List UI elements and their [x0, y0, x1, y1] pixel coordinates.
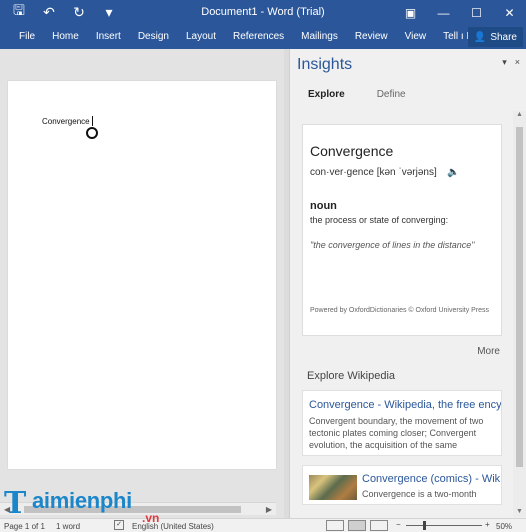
pane-options-icon[interactable]: ▾ — [502, 57, 507, 68]
watermark-logo: T aimienphi .vn — [2, 486, 187, 528]
tab-layout[interactable]: Layout — [177, 31, 224, 42]
definition-example: "the convergence of lines in the distanc… — [310, 240, 475, 250]
document-text[interactable]: Convergence — [42, 117, 90, 126]
zoom-out-icon[interactable]: − — [396, 520, 401, 529]
share-label: Share — [490, 31, 517, 43]
pane-title: Insights — [297, 56, 353, 73]
minimize-icon[interactable]: — — [427, 0, 460, 25]
scroll-down-icon[interactable]: ▼ — [516, 508, 523, 515]
part-of-speech: noun — [310, 200, 337, 212]
document-area: Convergence ◀ ▶ — [0, 49, 289, 518]
ribbon-display-options-icon[interactable]: ▣ — [394, 0, 427, 25]
text-caret — [92, 116, 93, 126]
tab-insert[interactable]: Insert — [87, 31, 129, 42]
tab-file[interactable]: File — [10, 31, 43, 42]
person-icon: 👤 — [473, 31, 487, 43]
share-button[interactable]: 👤 Share — [467, 27, 523, 47]
tab-mailings[interactable]: Mailings — [292, 31, 346, 42]
wiki-result-snippet: Convergence is a two-month — [362, 489, 477, 499]
maximize-icon[interactable]: ☐ — [460, 0, 493, 25]
print-layout-icon[interactable] — [348, 520, 366, 531]
title-bar: 🖫 ↶ ↻ ▾ Document1 - Word (Trial) ▣ — ☐ ✕ — [0, 0, 526, 25]
wikipedia-heading: Explore Wikipedia — [307, 370, 396, 382]
mouse-cursor-ring — [86, 127, 98, 139]
wiki-thumbnail-image — [309, 475, 357, 500]
ribbon: File Home Insert Design Layout Reference… — [0, 25, 526, 49]
definition-word: Convergence — [310, 143, 394, 159]
web-layout-icon[interactable] — [370, 520, 388, 531]
zoom-slider[interactable] — [406, 525, 482, 526]
logo-domain: .vn — [142, 511, 160, 525]
wiki-result-title[interactable]: Convergence - Wikipedia, the free ency — [309, 399, 501, 411]
pane-close-icon[interactable]: × — [515, 57, 520, 68]
scroll-up-icon[interactable]: ▲ — [516, 111, 523, 118]
tab-design[interactable]: Design — [129, 31, 177, 42]
wiki-result-card[interactable]: Convergence - Wikipedia, the free ency C… — [302, 390, 502, 456]
pronunciation: con·ver·gence [kən ˈvərjəns] — [310, 167, 437, 178]
speaker-icon[interactable]: 🔈 — [447, 167, 459, 178]
tab-references[interactable]: References — [224, 31, 292, 42]
more-link[interactable]: More — [477, 346, 500, 357]
view-buttons — [326, 520, 388, 531]
zoom-slider-thumb[interactable] — [423, 521, 426, 530]
window-controls: ▣ — ☐ ✕ — [394, 0, 526, 25]
ribbon-tabs: File Home Insert Design Layout Reference… — [10, 31, 504, 42]
document-page[interactable]: Convergence — [8, 81, 276, 469]
tab-view[interactable]: View — [396, 31, 435, 42]
read-mode-icon[interactable] — [326, 520, 344, 531]
zoom-in-icon[interactable]: + — [485, 520, 490, 529]
zoom-level[interactable]: 50% — [496, 522, 512, 531]
pane-controls: ▾ × — [502, 57, 520, 68]
tab-review[interactable]: Review — [346, 31, 396, 42]
scroll-right-icon[interactable]: ▶ — [266, 505, 272, 514]
logo-letter: T — [4, 486, 27, 521]
close-icon[interactable]: ✕ — [493, 0, 526, 25]
wiki-result-title[interactable]: Convergence (comics) - Wik — [362, 473, 500, 485]
tab-home[interactable]: Home — [43, 31, 87, 42]
wiki-result-card[interactable]: Convergence (comics) - Wik Convergence i… — [302, 465, 502, 505]
definition-meaning: the process or state of converging: — [310, 215, 449, 225]
insights-pane: Insights ▾ × Explore Define Convergence … — [289, 49, 526, 518]
pane-scrollbar-thumb[interactable] — [516, 127, 523, 467]
definition-source: Powered by OxfordDictionaries © Oxford U… — [310, 307, 490, 314]
wiki-result-snippet: Convergent boundary, the movement of two… — [309, 416, 484, 450]
insights-tabs: Explore Define — [308, 89, 406, 100]
logo-text: aimienphi — [32, 488, 132, 513]
definition-card: Convergence con·ver·gence [kən ˈvərjəns]… — [302, 124, 502, 336]
tab-define[interactable]: Define — [377, 89, 406, 100]
tab-explore[interactable]: Explore — [308, 89, 345, 100]
pane-scrollbar[interactable]: ▲ ▼ — [513, 111, 526, 517]
